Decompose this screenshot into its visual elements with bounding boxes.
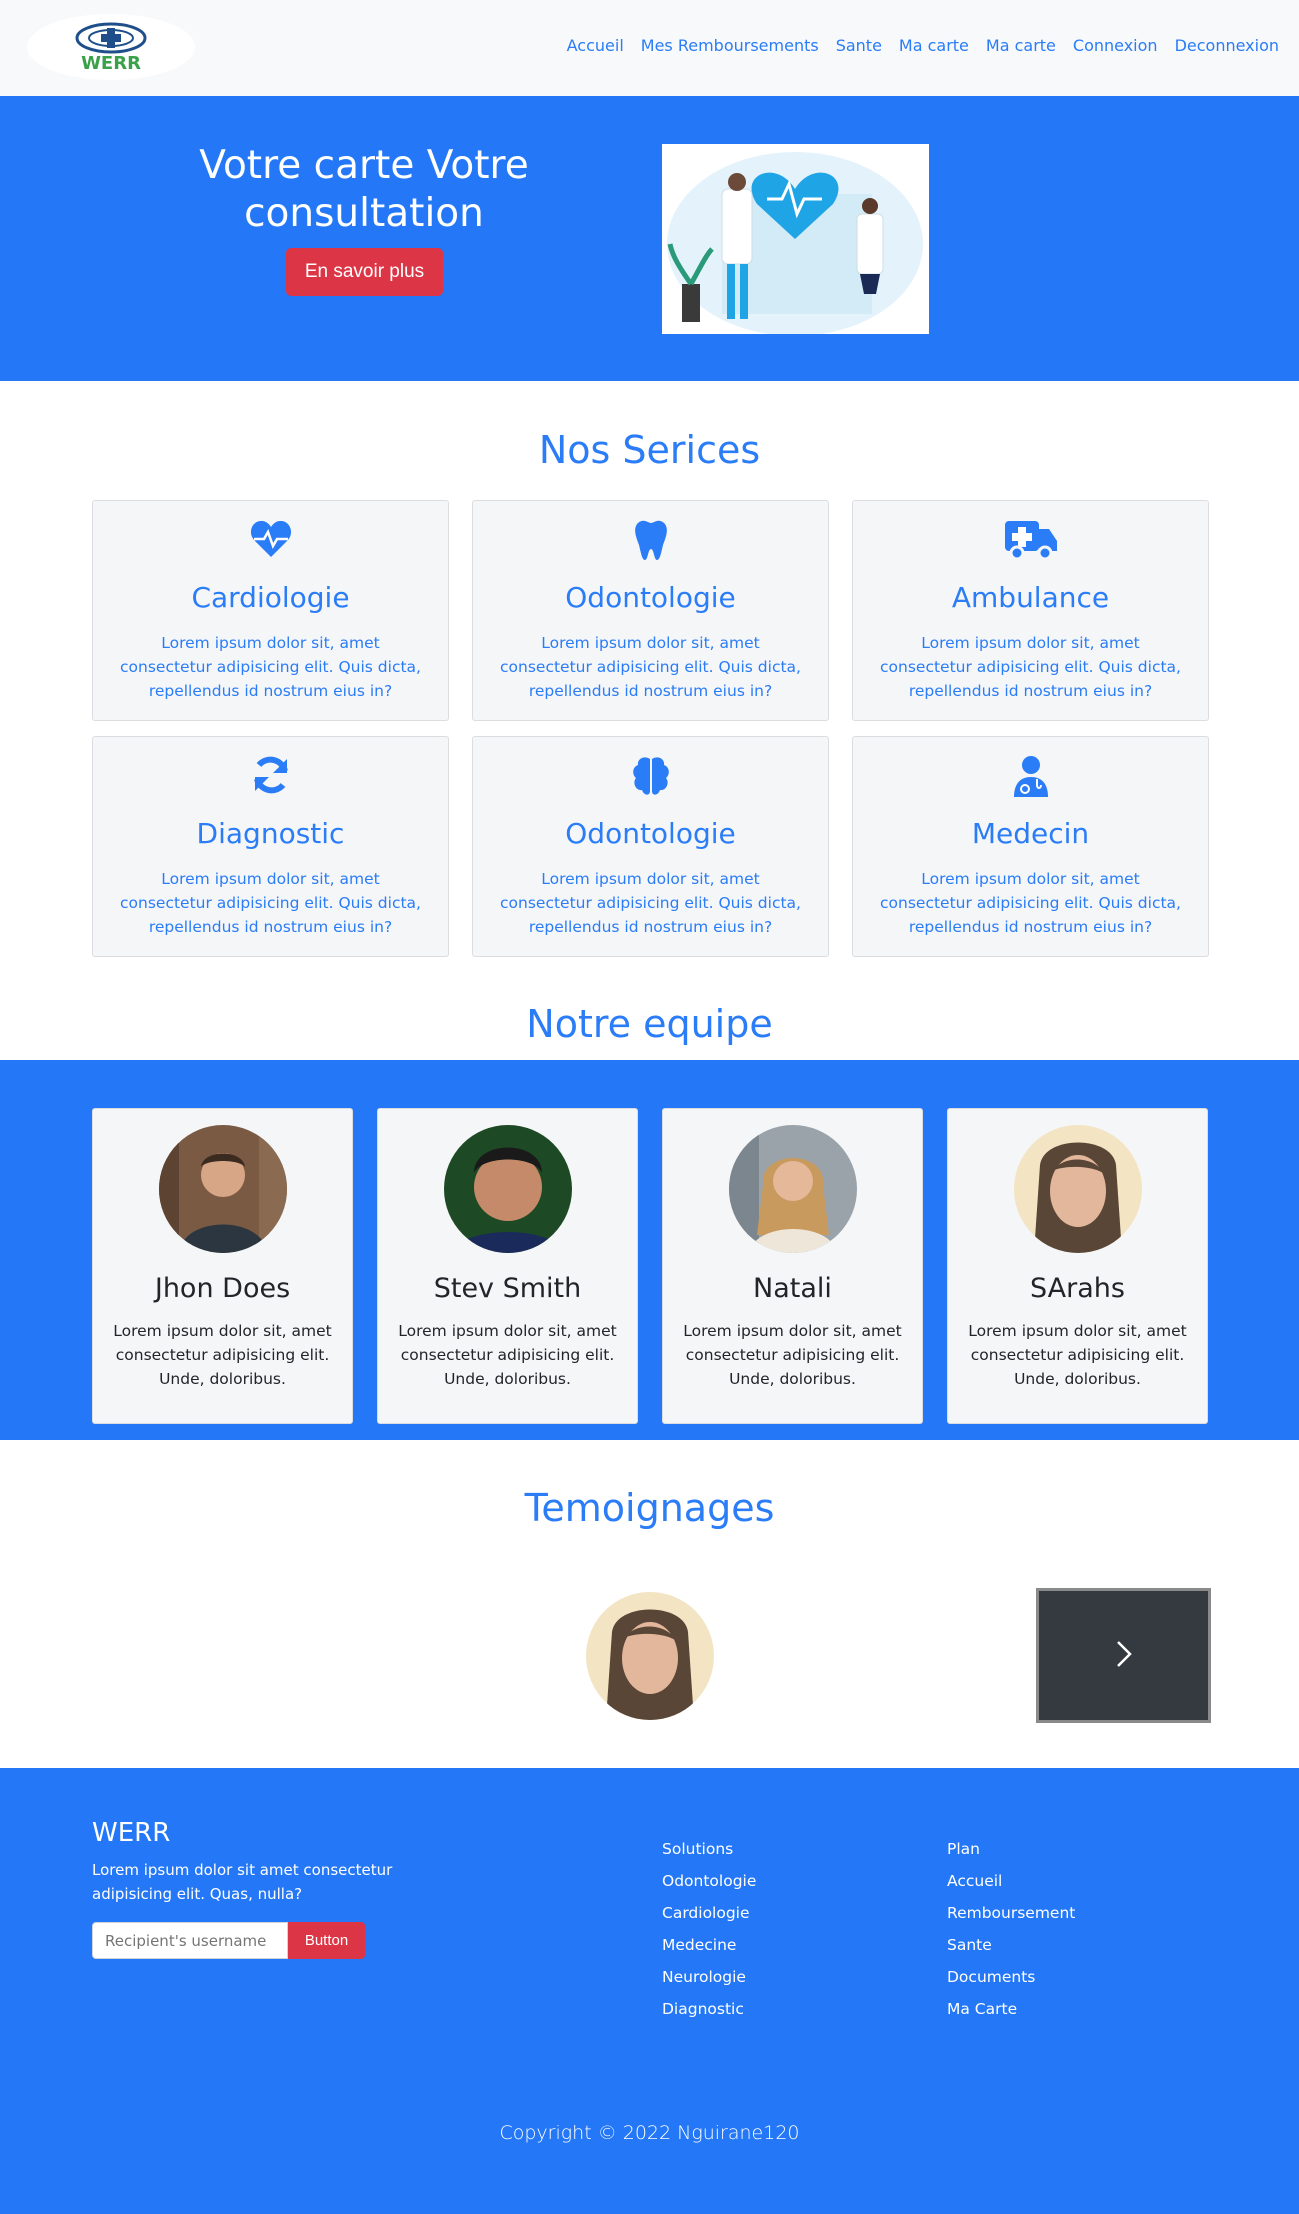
member-name: Stev Smith: [433, 1273, 582, 1304]
service-card[interactable]: Cardiologie Lorem ipsum dolor sit, amet …: [92, 500, 449, 721]
carousel-next-button[interactable]: [1036, 1588, 1211, 1723]
footer-link[interactable]: Odontologie: [662, 1872, 756, 1904]
service-title: Diagnostic: [196, 817, 345, 850]
service-text: Lorem ipsum dolor sit, amet consectetur …: [880, 634, 1181, 700]
footer-link[interactable]: Documents: [947, 1968, 1075, 2000]
sync-icon: [93, 755, 448, 799]
hero-illustration: [662, 144, 929, 334]
chevron-right-icon: [1115, 1639, 1133, 1673]
footer-link[interactable]: Ma Carte: [947, 2000, 1075, 2032]
footer-link[interactable]: Sante: [947, 1936, 1075, 1968]
service-text: Lorem ipsum dolor sit, amet consectetur …: [500, 870, 801, 936]
testimonials-title: Temoignages: [524, 1486, 775, 1530]
footer-plan-list: Plan Accueil Remboursement Sante Documen…: [947, 1840, 1075, 2032]
nav-connexion[interactable]: Connexion: [1073, 36, 1158, 55]
footer-description: Lorem ipsum dolor sit amet consectetur a…: [92, 1861, 393, 1903]
tooth-icon: [473, 519, 828, 563]
service-card[interactable]: Odontologie Lorem ipsum dolor sit, amet …: [472, 736, 829, 957]
footer-link[interactable]: Medecine: [662, 1936, 756, 1968]
member-name: SArahs: [1030, 1273, 1125, 1304]
service-title: Odontologie: [565, 581, 736, 614]
footer-link[interactable]: Solutions: [662, 1840, 756, 1872]
member-name: Jhon Does: [154, 1273, 291, 1304]
member-text: Lorem ipsum dolor sit, amet consectetur …: [113, 1322, 332, 1388]
navbar: WERR Accueil Mes Remboursements Sante Ma…: [0, 0, 1299, 96]
team-card[interactable]: Stev Smith Lorem ipsum dolor sit, amet c…: [377, 1108, 638, 1424]
nav-ma-carte[interactable]: Ma carte: [899, 36, 969, 55]
service-title: Odontologie: [565, 817, 736, 850]
hero-section: Votre carte Votre consultation En savoir…: [0, 96, 1299, 381]
service-card[interactable]: Medecin Lorem ipsum dolor sit, amet cons…: [852, 736, 1209, 957]
avatar: [729, 1125, 857, 1253]
nav-sante[interactable]: Sante: [836, 36, 882, 55]
service-card[interactable]: Ambulance Lorem ipsum dolor sit, amet co…: [852, 500, 1209, 721]
team-title: Notre equipe: [526, 1002, 773, 1046]
brand-logo[interactable]: WERR: [27, 14, 195, 80]
learn-more-button[interactable]: En savoir plus: [286, 248, 443, 296]
brain-icon: [473, 755, 828, 799]
footer-link[interactable]: Diagnostic: [662, 2000, 756, 2032]
footer: WERR Lorem ipsum dolor sit amet consecte…: [0, 1768, 1299, 2214]
heart-pulse-icon: [93, 519, 448, 563]
service-card[interactable]: Diagnostic Lorem ipsum dolor sit, amet c…: [92, 736, 449, 957]
service-title: Medecin: [971, 817, 1090, 850]
hero-title: Votre carte Votre consultation: [199, 143, 529, 236]
copyright: Copyright © 2022 Nguirane120: [499, 2122, 800, 2144]
doctor-icon: [853, 755, 1208, 799]
service-card[interactable]: Odontologie Lorem ipsum dolor sit, amet …: [472, 500, 829, 721]
footer-link[interactable]: Plan: [947, 1840, 1075, 1872]
team-card[interactable]: Jhon Does Lorem ipsum dolor sit, amet co…: [92, 1108, 353, 1424]
service-title: Cardiologie: [191, 581, 350, 614]
nav-links: Accueil Mes Remboursements Sante Ma cart…: [550, 36, 1279, 55]
testimonial-avatar: [586, 1592, 714, 1720]
avatar: [1014, 1125, 1142, 1253]
service-text: Lorem ipsum dolor sit, amet consectetur …: [120, 634, 421, 700]
ambulance-icon: [853, 519, 1208, 563]
team-card[interactable]: Natali Lorem ipsum dolor sit, amet conse…: [662, 1108, 923, 1424]
avatar: [159, 1125, 287, 1253]
service-text: Lorem ipsum dolor sit, amet consectetur …: [880, 870, 1181, 936]
subscribe-button[interactable]: Button: [288, 1922, 365, 1959]
service-text: Lorem ipsum dolor sit, amet consectetur …: [500, 634, 801, 700]
nav-ma-carte-2[interactable]: Ma carte: [986, 36, 1056, 55]
nav-accueil[interactable]: Accueil: [567, 36, 624, 55]
service-text: Lorem ipsum dolor sit, amet consectetur …: [120, 870, 421, 936]
footer-link[interactable]: Accueil: [947, 1872, 1075, 1904]
services-title: Nos Serices: [538, 428, 761, 472]
username-input[interactable]: [92, 1922, 288, 1959]
member-text: Lorem ipsum dolor sit, amet consectetur …: [968, 1322, 1187, 1388]
footer-solutions-list: Solutions Odontologie Cardiologie Medeci…: [662, 1840, 756, 2032]
team-card[interactable]: SArahs Lorem ipsum dolor sit, amet conse…: [947, 1108, 1208, 1424]
member-name: Natali: [753, 1273, 832, 1304]
avatar: [444, 1125, 572, 1253]
nav-deconnexion[interactable]: Deconnexion: [1175, 36, 1279, 55]
logo-wordmark: WERR: [81, 53, 141, 74]
member-text: Lorem ipsum dolor sit, amet consectetur …: [683, 1322, 902, 1388]
service-title: Ambulance: [951, 581, 1110, 614]
footer-link[interactable]: Neurologie: [662, 1968, 756, 2000]
member-text: Lorem ipsum dolor sit, amet consectetur …: [398, 1322, 617, 1388]
footer-link[interactable]: Cardiologie: [662, 1904, 756, 1936]
footer-brand: WERR: [92, 1818, 171, 1848]
footer-link[interactable]: Remboursement: [947, 1904, 1075, 1936]
nav-mes-remboursements[interactable]: Mes Remboursements: [641, 36, 819, 55]
